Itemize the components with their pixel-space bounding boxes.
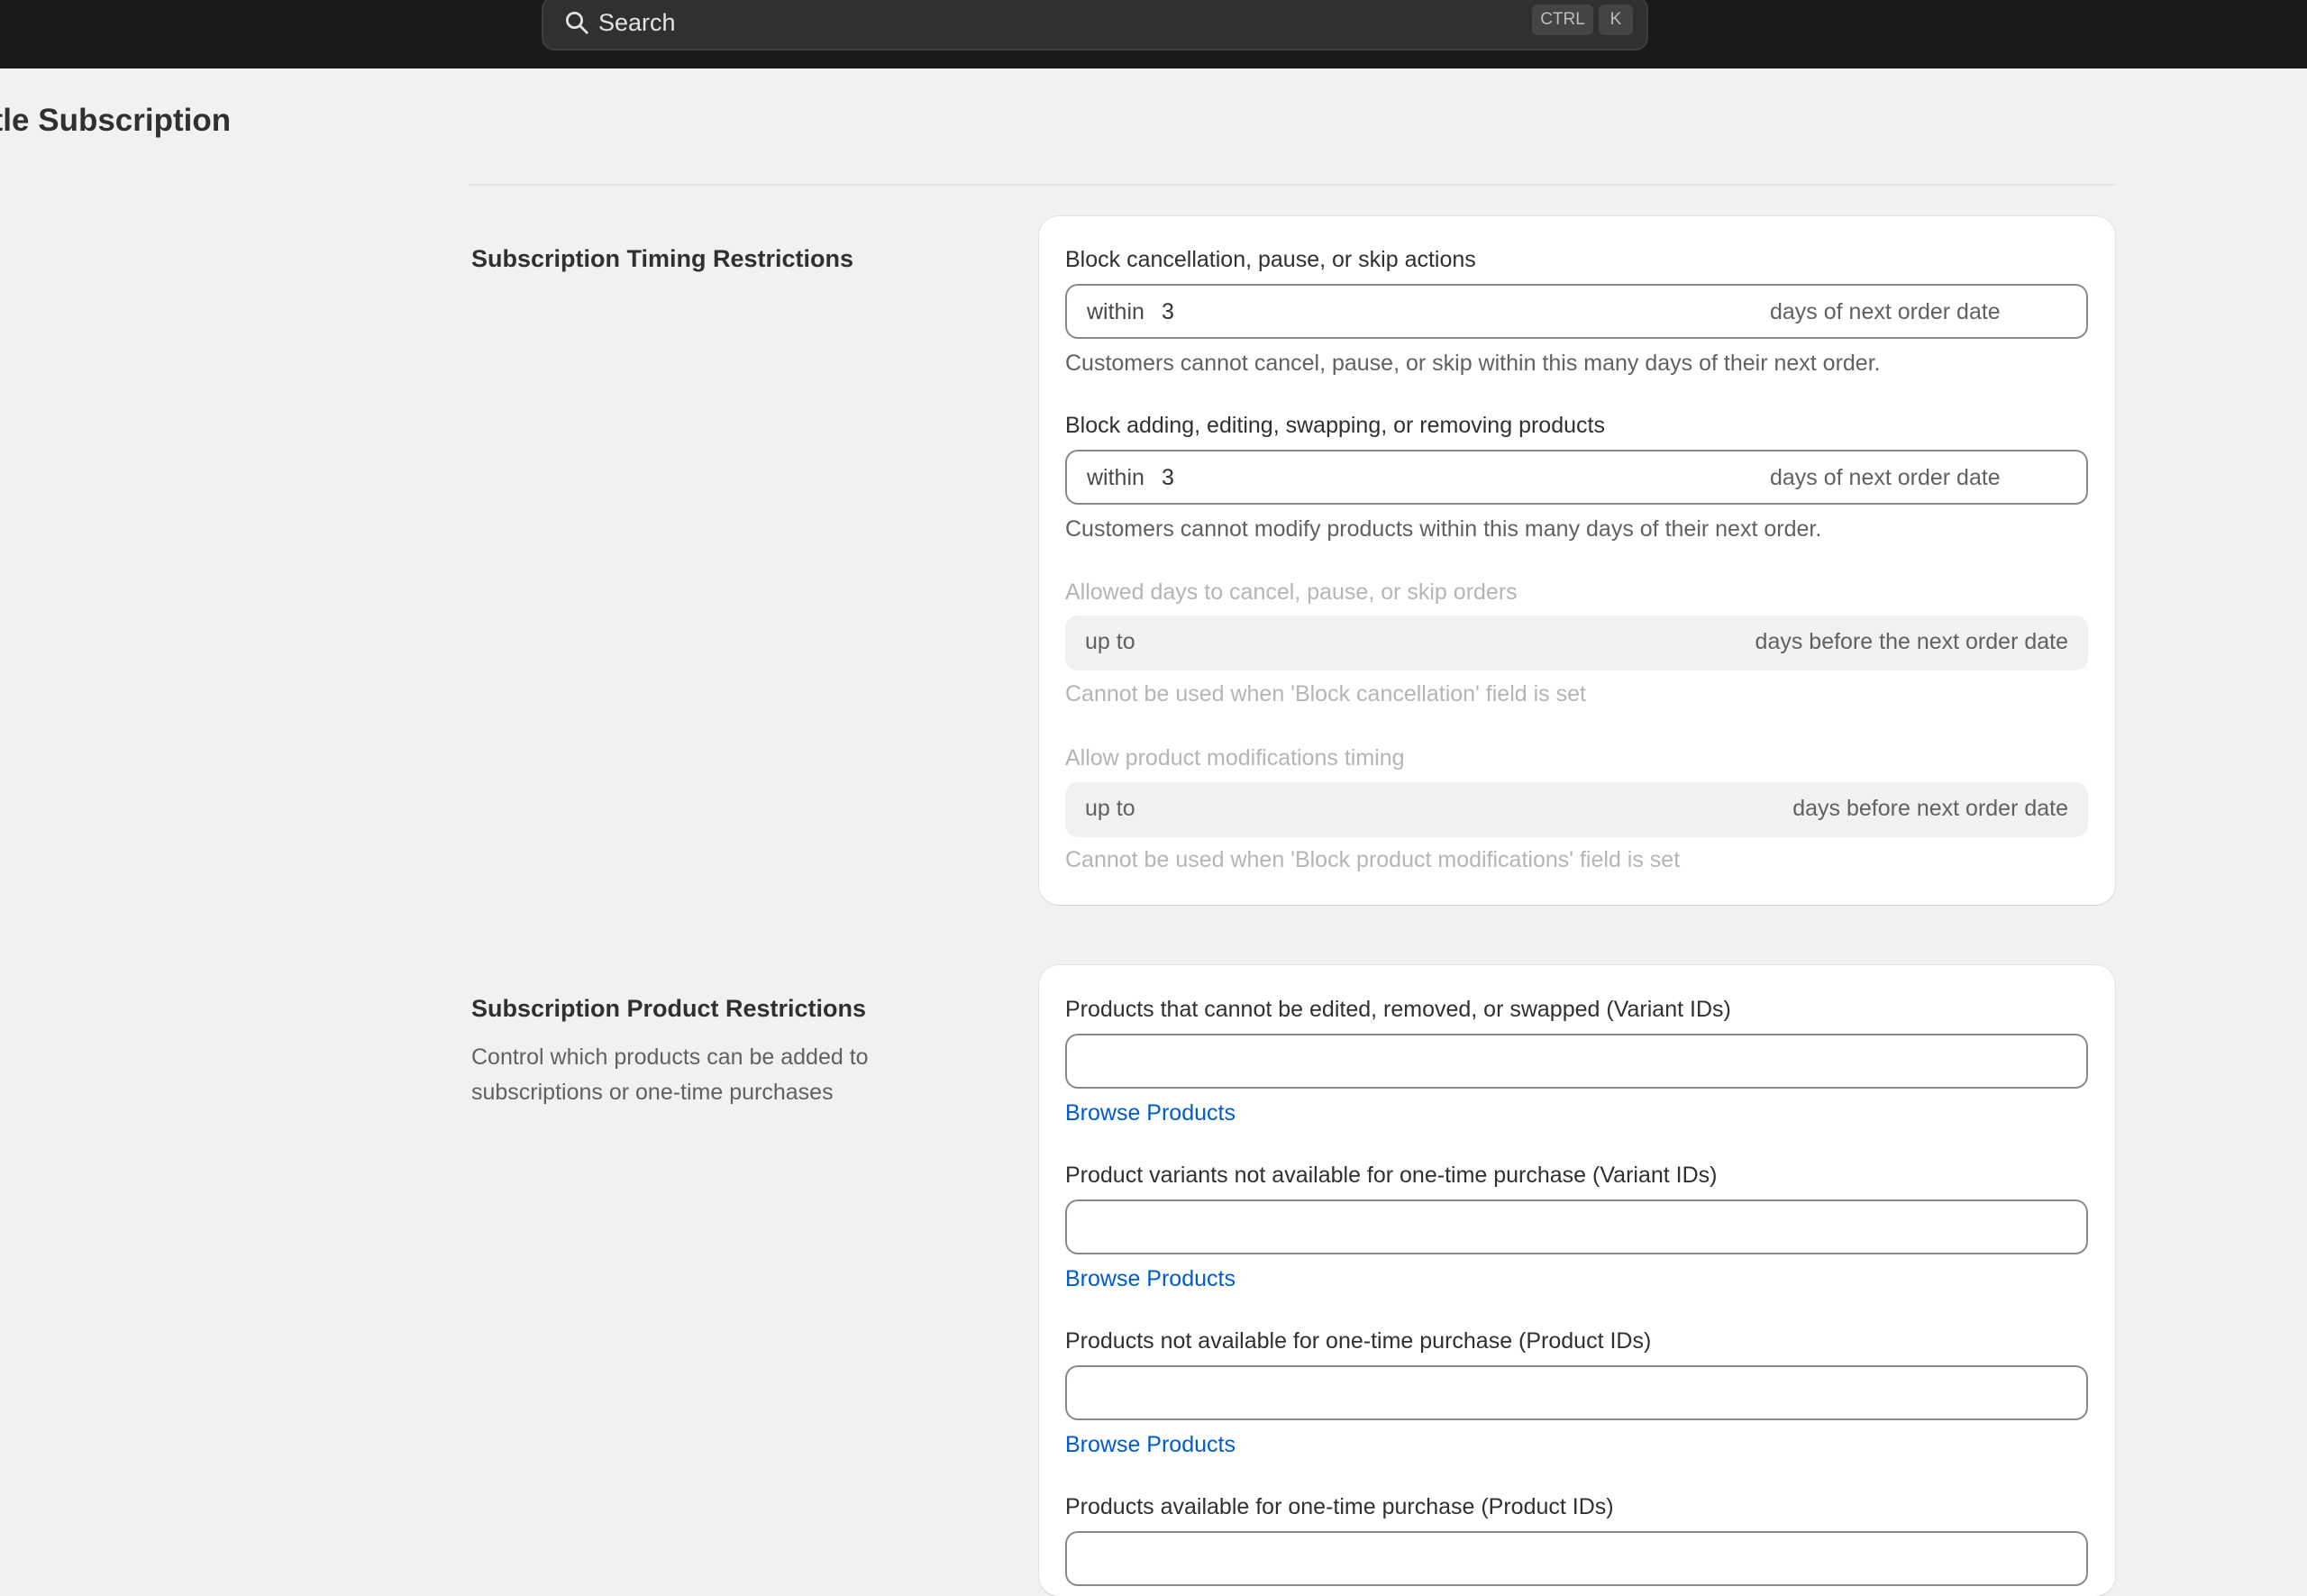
input-prefix: within <box>1087 465 1144 490</box>
block-cancellation-input[interactable]: within 3 days of next order date <box>1065 284 2088 339</box>
input-prefix: up to <box>1085 629 1135 654</box>
section-divider <box>469 184 2115 186</box>
page-title: ttle Subscription <box>0 103 232 138</box>
products-one-time-input[interactable] <box>1065 1531 2088 1586</box>
browse-products-link[interactable]: Browse Products <box>1065 1264 1236 1293</box>
allowed-cancel-days-input: up to days before the next order date <box>1065 616 2088 670</box>
allowed-cancel-days-label: Allowed days to cancel, pause, or skip o… <box>1065 579 1518 605</box>
input-prefix: up to <box>1085 796 1135 821</box>
product-restrictions-card: Products that cannot be edited, removed,… <box>1039 965 2115 1596</box>
block-cancellation-label: Block cancellation, pause, or skip actio… <box>1065 247 1476 272</box>
input-value[interactable]: 3 <box>1162 297 1174 326</box>
product-section-title: Subscription Product Restrictions <box>471 995 867 1022</box>
locked-variants-label: Products that cannot be edited, removed,… <box>1065 997 1731 1022</box>
block-cancellation-help: Customers cannot cancel, pause, or skip … <box>1065 351 1881 376</box>
block-product-modifications-label: Block adding, editing, swapping, or remo… <box>1065 413 1605 438</box>
timing-restrictions-card: Block cancellation, pause, or skip actio… <box>1039 216 2115 905</box>
locked-variants-input[interactable] <box>1065 1034 2088 1089</box>
allow-product-modifications-help: Cannot be used when 'Block product modif… <box>1065 847 1681 872</box>
browse-products-link[interactable]: Browse Products <box>1065 1099 1236 1127</box>
top-bar: Search CTRL K <box>0 0 2307 68</box>
input-suffix: days of next order date <box>1770 465 2001 490</box>
input-suffix: days of next order date <box>1770 299 2001 324</box>
timing-section-title: Subscription Timing Restrictions <box>471 245 854 272</box>
variants-not-one-time-input[interactable] <box>1065 1199 2088 1254</box>
allow-product-modifications-label: Allow product modifications timing <box>1065 745 1405 771</box>
shortcut-key-k: K <box>1599 5 1633 35</box>
input-value[interactable]: 3 <box>1162 463 1174 492</box>
product-section-description: Control which products can be added to s… <box>471 1044 869 1105</box>
allow-product-modifications-input: up to days before next order date <box>1065 782 2088 837</box>
search-bar[interactable]: Search CTRL K <box>542 0 1648 50</box>
input-prefix: within <box>1087 299 1144 324</box>
block-product-modifications-help: Customers cannot modify products within … <box>1065 516 1822 542</box>
block-product-modifications-input[interactable]: within 3 days of next order date <box>1065 450 2088 505</box>
products-one-time-label: Products available for one-time purchase… <box>1065 1494 1614 1519</box>
variants-not-one-time-label: Product variants not available for one-t… <box>1065 1163 1718 1188</box>
search-icon <box>566 12 588 34</box>
shortcut-key-ctrl: CTRL <box>1532 5 1593 35</box>
input-suffix: days before next order date <box>1792 796 2068 821</box>
allowed-cancel-days-help: Cannot be used when 'Block cancellation'… <box>1065 681 1586 707</box>
input-suffix: days before the next order date <box>1755 629 2068 654</box>
products-not-one-time-input[interactable] <box>1065 1365 2088 1420</box>
browse-products-link[interactable]: Browse Products <box>1065 1430 1236 1459</box>
products-not-one-time-label: Products not available for one-time purc… <box>1065 1328 1652 1354</box>
search-placeholder: Search <box>598 9 676 36</box>
